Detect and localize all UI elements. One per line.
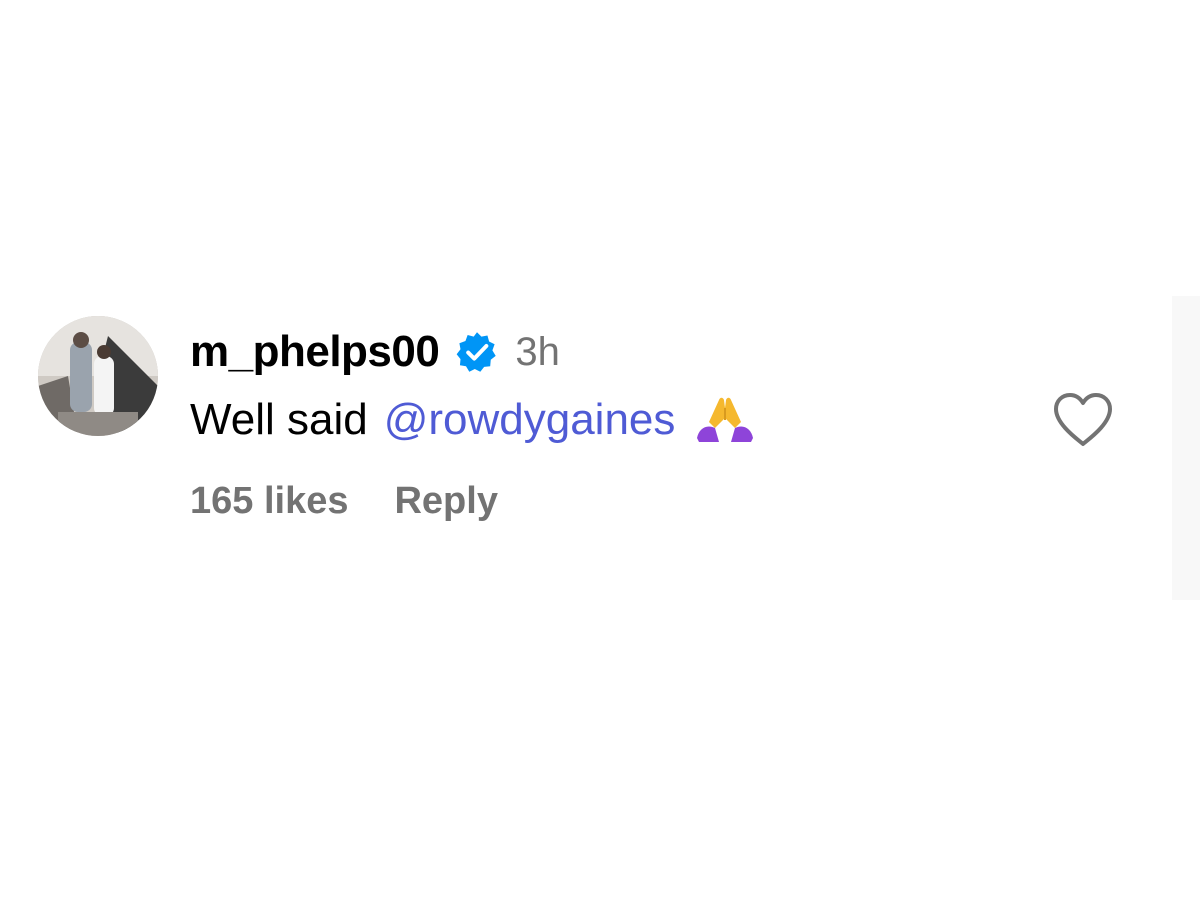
comment-header: m_phelps00 3h <box>190 316 1030 388</box>
avatar-photo-icon <box>38 316 158 436</box>
likes-count[interactable]: 165 likes <box>190 480 348 523</box>
avatar[interactable] <box>38 316 158 436</box>
scrollbar-track[interactable] <box>1172 296 1200 600</box>
mention-link[interactable]: @rowdygaines <box>384 395 676 445</box>
comment-text: Well said @rowdygaines <box>190 390 1030 450</box>
reply-button[interactable]: Reply <box>394 480 497 523</box>
like-button[interactable] <box>1052 392 1114 448</box>
heart-outline-icon <box>1054 393 1112 446</box>
praying-hands-icon <box>695 394 755 446</box>
verified-badge-icon <box>455 330 499 374</box>
comment-item: m_phelps00 3h Well said @rowdygaines 165… <box>38 316 1138 556</box>
username-link[interactable]: m_phelps00 <box>190 327 440 377</box>
comment-body: m_phelps00 3h Well said @rowdygaines 165… <box>190 316 1030 523</box>
comment-actions: 165 likes Reply <box>190 480 1030 523</box>
comment-text-prefix: Well said <box>190 395 368 444</box>
comment-page: m_phelps00 3h Well said @rowdygaines 165… <box>0 0 1200 900</box>
timestamp[interactable]: 3h <box>515 330 560 375</box>
